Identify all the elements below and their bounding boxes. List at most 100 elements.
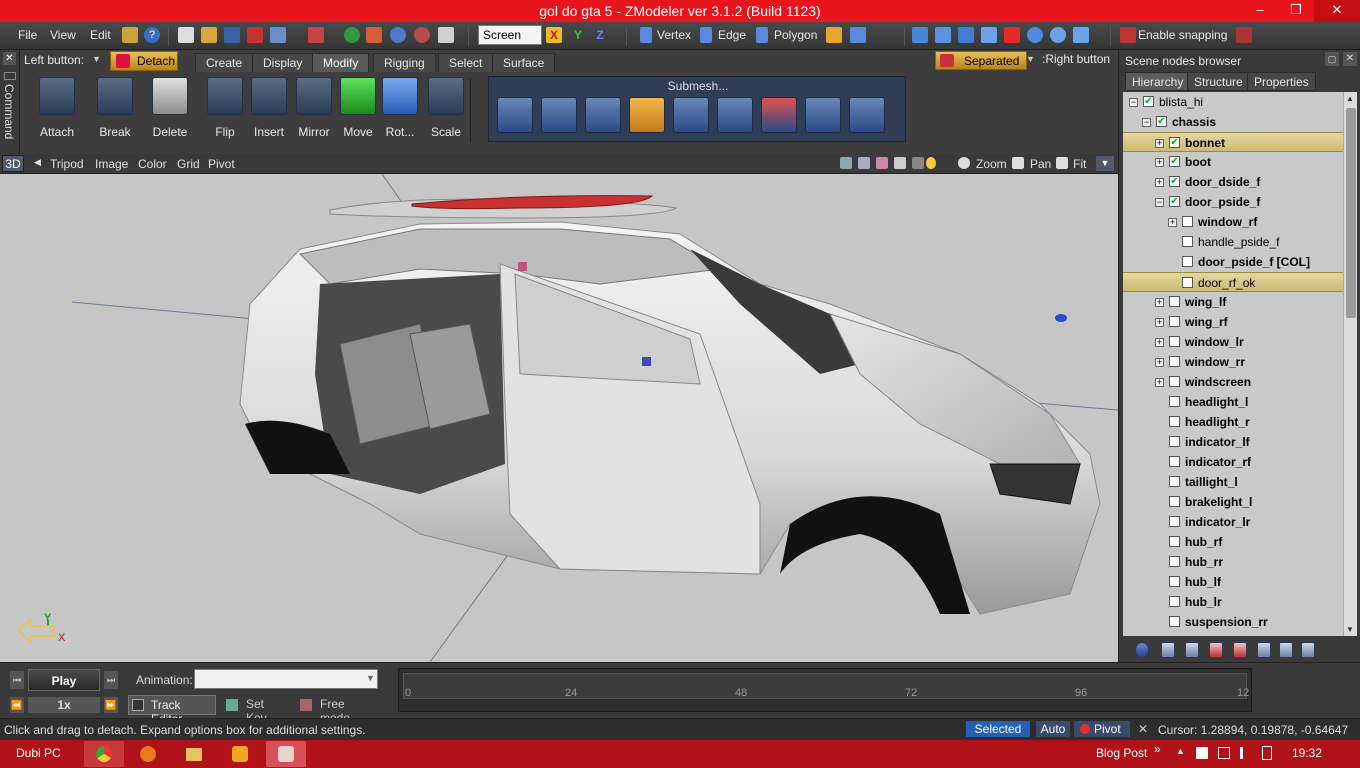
viewport-menu-chevron[interactable]: ▼: [1096, 156, 1114, 171]
redo-icon[interactable]: [414, 27, 430, 43]
viewport-tripod[interactable]: Tripod: [50, 157, 84, 171]
close-button[interactable]: ✕: [1314, 0, 1360, 22]
shading-icon[interactable]: [840, 157, 852, 169]
tree-node[interactable]: indicator_lr: [1123, 512, 1343, 532]
prev-frame-icon[interactable]: ⏮: [10, 671, 24, 689]
fit-button[interactable]: Fit: [1073, 157, 1086, 171]
view-mode-3d[interactable]: 3D: [2, 155, 24, 172]
next-frame-icon[interactable]: ⏭: [104, 671, 118, 689]
wireframe-icon[interactable]: [858, 157, 870, 169]
visibility-checkbox[interactable]: ✔: [1169, 156, 1180, 167]
tree-node[interactable]: hub_lr: [1123, 592, 1343, 612]
node-insert-icon[interactable]: [1185, 642, 1199, 658]
expand-icon[interactable]: +: [1155, 358, 1164, 367]
expand-icon[interactable]: +: [1155, 178, 1164, 187]
vertex-mode-button[interactable]: Vertex: [657, 28, 691, 42]
blog-post-toolbar[interactable]: Blog Post: [1096, 746, 1147, 760]
tray-arrow-icon[interactable]: ▲: [1176, 746, 1185, 756]
primitive-torus-icon[interactable]: [1050, 27, 1066, 43]
taskbar-chevron[interactable]: »: [1154, 742, 1161, 756]
node-expand-icon[interactable]: [1257, 642, 1271, 658]
primitive-cone-icon[interactable]: [935, 27, 951, 43]
panel-pin-icon[interactable]: [4, 72, 16, 80]
light-source-marker[interactable]: [1055, 314, 1067, 322]
visibility-checkbox[interactable]: [1182, 216, 1193, 227]
collapse-icon[interactable]: −: [1129, 98, 1138, 107]
tree-node[interactable]: − ✔ door_pside_f: [1123, 192, 1343, 212]
submesh-title[interactable]: Submesh...: [489, 79, 907, 93]
enable-snapping-button[interactable]: Enable snapping: [1138, 28, 1227, 42]
tab-hierarchy[interactable]: Hierarchy: [1125, 72, 1191, 91]
tree-node[interactable]: door_pside_f [COL]: [1123, 252, 1343, 272]
tree-node[interactable]: brakelight_l: [1123, 492, 1343, 512]
view-menu-arrow[interactable]: ◀: [34, 157, 41, 168]
primitive-red-icon[interactable]: [1004, 27, 1020, 43]
menu-view[interactable]: View: [50, 28, 76, 42]
cursor-marker[interactable]: [642, 357, 651, 366]
visibility-checkbox[interactable]: [1169, 396, 1180, 407]
submesh-bevel-icon[interactable]: [541, 97, 577, 133]
visibility-checkbox[interactable]: [1182, 256, 1193, 267]
tools-icon[interactable]: [366, 27, 382, 43]
snap-options-icon[interactable]: [1236, 27, 1252, 43]
visibility-checkbox[interactable]: [1169, 596, 1180, 607]
tree-node[interactable]: + ✔ bonnet: [1123, 132, 1343, 152]
axis-z-toggle[interactable]: Z: [592, 27, 608, 43]
tree-node[interactable]: door_rf_ok: [1123, 272, 1343, 292]
delete-tool[interactable]: Delete: [147, 77, 193, 141]
tree-node[interactable]: indicator_rf: [1123, 452, 1343, 472]
attach-tool[interactable]: Attach: [34, 77, 80, 141]
visibility-checkbox[interactable]: [1169, 516, 1180, 527]
tree-node[interactable]: hub_rf: [1123, 532, 1343, 552]
expand-icon[interactable]: +: [1155, 139, 1164, 148]
primitive-cylinder-icon[interactable]: [981, 27, 997, 43]
menu-edit[interactable]: Edit: [90, 28, 111, 42]
viewport-color[interactable]: Color: [138, 157, 167, 171]
expand-icon[interactable]: +: [1155, 158, 1164, 167]
visibility-checkbox[interactable]: ✔: [1169, 196, 1180, 207]
node-delete-icon[interactable]: [1209, 642, 1223, 658]
timeline[interactable]: 0 24 48 72 96 12: [398, 668, 1252, 712]
new-file-icon[interactable]: [178, 27, 194, 43]
tab-modify[interactable]: Modify: [312, 53, 370, 72]
clock[interactable]: 19:32: [1292, 746, 1322, 760]
visibility-checkbox[interactable]: [1169, 476, 1180, 487]
pan-button[interactable]: Pan: [1030, 157, 1051, 171]
node-sort-icon[interactable]: [1301, 642, 1315, 658]
visibility-checkbox[interactable]: ✔: [1169, 176, 1180, 187]
battery-icon[interactable]: [1262, 746, 1272, 760]
options-icon[interactable]: [122, 27, 138, 43]
collapse-icon[interactable]: −: [1142, 118, 1151, 127]
auto-badge[interactable]: Auto: [1036, 721, 1070, 737]
node-remove-icon[interactable]: [1233, 642, 1247, 658]
axis-x-toggle[interactable]: X: [546, 27, 562, 43]
submesh-slice-icon[interactable]: [717, 97, 753, 133]
render-icon[interactable]: [344, 27, 360, 43]
visibility-checkbox[interactable]: [1169, 296, 1180, 307]
pin-icon[interactable]: ▢: [1325, 52, 1339, 66]
tree-node[interactable]: indicator_lf: [1123, 432, 1343, 452]
submesh-detach-icon[interactable]: [629, 97, 665, 133]
playback-speed[interactable]: 1x: [28, 697, 100, 713]
submesh-cap-icon[interactable]: [805, 97, 841, 133]
node-properties-icon[interactable]: [1135, 642, 1149, 658]
submesh-split-icon[interactable]: [585, 97, 621, 133]
visibility-checkbox[interactable]: [1169, 416, 1180, 427]
panel-close-icon[interactable]: ✕: [1343, 52, 1357, 66]
expand-icon[interactable]: +: [1155, 298, 1164, 307]
tree-scrollbar[interactable]: ▲ ▼: [1343, 92, 1357, 636]
group-mode-icon[interactable]: [850, 27, 866, 43]
flag-icon[interactable]: [1196, 747, 1208, 759]
tree-node[interactable]: + window_lr: [1123, 332, 1343, 352]
help-icon[interactable]: ?: [144, 27, 160, 43]
primitive-tube-icon[interactable]: [1073, 27, 1089, 43]
node-add-icon[interactable]: [1161, 642, 1175, 658]
rotate-tool[interactable]: Rot...: [377, 77, 423, 141]
first-frame-icon[interactable]: ⏪: [10, 697, 24, 713]
visibility-checkbox[interactable]: ✔: [1169, 137, 1180, 148]
visibility-checkbox[interactable]: [1182, 236, 1193, 247]
tree-node[interactable]: hub_lf: [1123, 572, 1343, 592]
submesh-weld-icon[interactable]: [849, 97, 885, 133]
start-user-label[interactable]: Dubi PC: [16, 746, 61, 760]
last-frame-icon[interactable]: ⏩: [104, 697, 118, 713]
